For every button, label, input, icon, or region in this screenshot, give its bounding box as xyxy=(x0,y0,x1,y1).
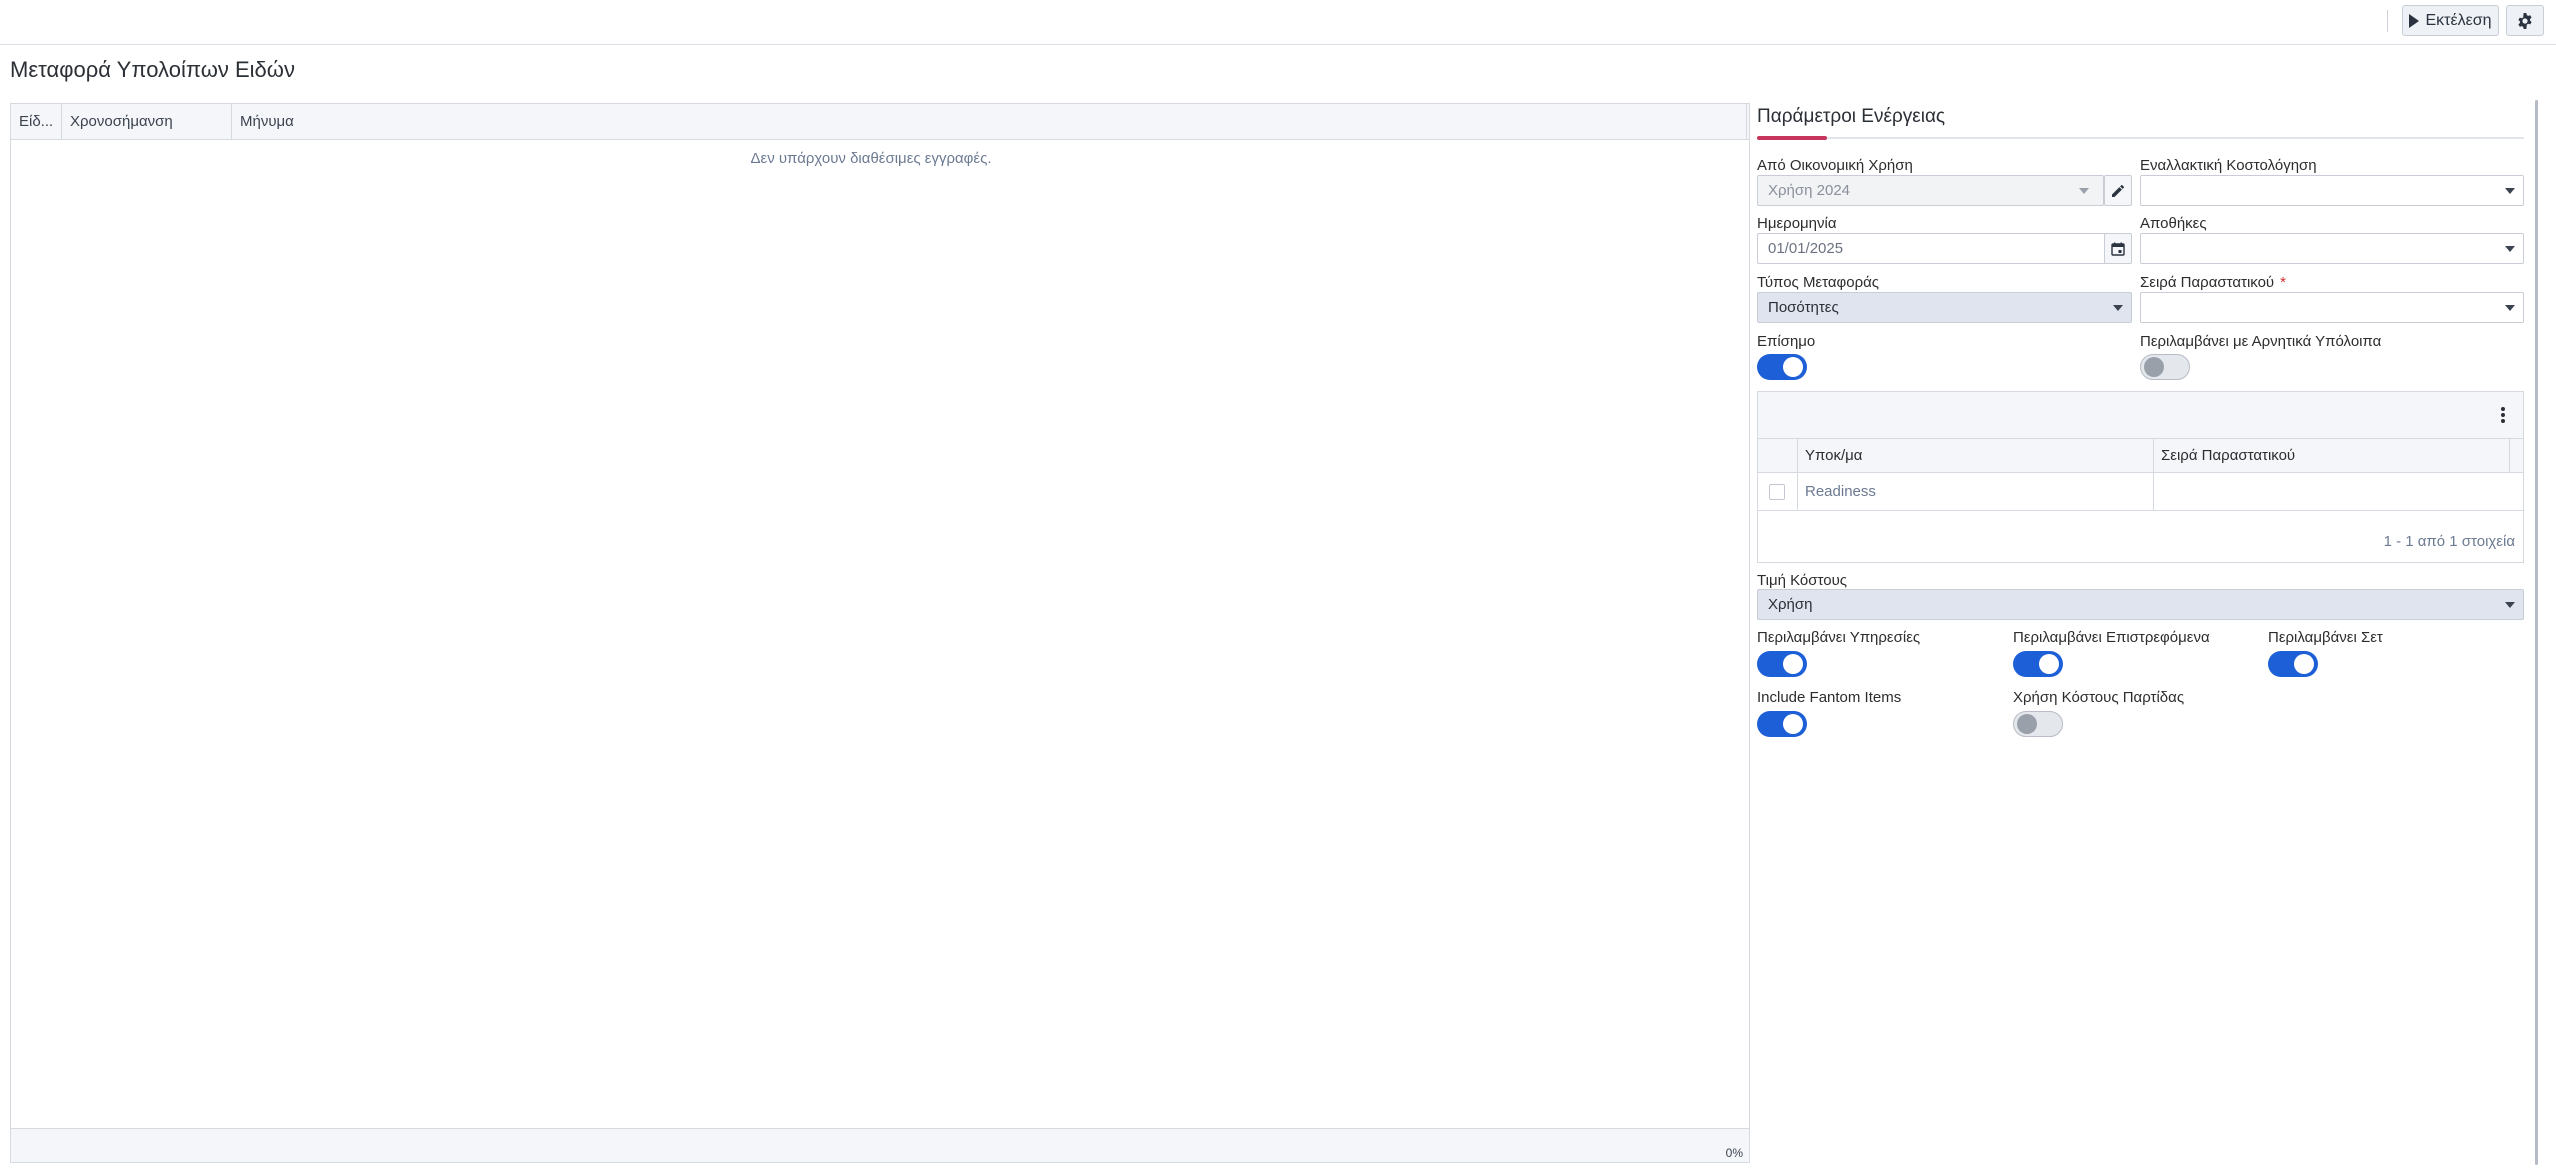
toggle-knob xyxy=(2017,714,2037,734)
toolbar-separator xyxy=(2387,10,2388,32)
date-picker-button[interactable] xyxy=(2104,233,2132,264)
toggle-knob xyxy=(1783,654,1803,674)
doc-series-label: Σειρά Παραστατικού * xyxy=(2140,274,2286,291)
from-fiscal-year-label: Από Οικονομική Χρήση xyxy=(1757,157,1913,174)
panel-scrollbar[interactable] xyxy=(2535,100,2538,1165)
warehouses-label: Αποθήκες xyxy=(2140,215,2207,232)
run-button-label: Εκτέλεση xyxy=(2425,11,2492,29)
chevron-down-icon xyxy=(2505,188,2515,194)
panel-title-accent xyxy=(1757,136,1827,140)
toggle-knob xyxy=(1783,714,1803,734)
include-sets-label: Περιλαμβάνει Σετ xyxy=(2268,629,2383,646)
column-header-timestamp[interactable]: Χρονοσήμανση xyxy=(62,104,232,140)
panel-title-rule xyxy=(1757,137,2524,139)
play-icon xyxy=(2409,13,2420,28)
include-sets-toggle[interactable] xyxy=(2268,651,2318,677)
chevron-down-icon xyxy=(2505,602,2515,608)
doc-series-select[interactable] xyxy=(2140,292,2524,323)
top-toolbar: Εκτέλεση xyxy=(0,0,2556,45)
doc-series-label-text: Σειρά Παραστατικού xyxy=(2140,274,2275,291)
select-column-header xyxy=(1758,439,1798,473)
panel-title: Παράμετροι Ενέργειας xyxy=(1757,106,1946,127)
branch-cell: Readiness xyxy=(1798,473,2154,510)
toggle-knob xyxy=(1783,357,1803,377)
from-fiscal-year-value: Χρήση 2024 xyxy=(1768,182,1851,199)
include-negative-label: Περιλαμβάνει με Αρνητικά Υπόλοιπα xyxy=(2140,333,2382,350)
log-grid-footer: 0% xyxy=(11,1128,1749,1162)
pencil-icon xyxy=(2112,184,2125,197)
table-row[interactable]: Readiness xyxy=(1758,473,2523,511)
column-header-series[interactable]: Σειρά Παραστατικού xyxy=(2154,439,2510,473)
date-label: Ημερομηνία xyxy=(1757,215,1837,232)
include-fantom-label: Include Fantom Items xyxy=(1757,689,1902,706)
column-header-item[interactable]: Είδ... xyxy=(11,104,62,140)
column-header-message[interactable]: Μήνυμα xyxy=(232,104,1747,140)
from-fiscal-year-select[interactable]: Χρήση 2024 xyxy=(1757,175,2104,206)
progress-text: 0% xyxy=(1725,1146,1743,1160)
transfer-type-value: Ποσότητες xyxy=(1768,299,1839,316)
pagination-info: 1 - 1 από 1 στοιχεία xyxy=(2383,533,2515,550)
toggle-knob xyxy=(2294,654,2314,674)
official-label: Επίσημο xyxy=(1757,333,1816,350)
cost-value-select[interactable]: Χρήση xyxy=(1757,589,2524,620)
include-returnables-label: Περιλαμβάνει Επιστρεφόμενα xyxy=(2013,629,2210,646)
toggle-knob xyxy=(2144,357,2164,377)
cost-value-label: Τιμή Κόστους xyxy=(1757,572,1847,589)
include-services-label: Περιλαμβάνει Υπηρεσίες xyxy=(1757,629,1921,646)
warehouses-select[interactable] xyxy=(2140,233,2524,264)
more-options-icon[interactable] xyxy=(2501,407,2505,423)
run-button[interactable]: Εκτέλεση xyxy=(2402,5,2499,36)
series-cell[interactable] xyxy=(2154,473,2524,510)
cost-value-value: Χρήση xyxy=(1768,596,1813,613)
include-services-toggle[interactable] xyxy=(1757,651,1807,677)
column-header-branch[interactable]: Υποκ/μα xyxy=(1798,439,2154,473)
gear-icon xyxy=(2518,12,2532,29)
include-negative-toggle[interactable] xyxy=(2140,354,2190,380)
transfer-type-label: Τύπος Μεταφοράς xyxy=(1757,274,1880,291)
include-returnables-toggle[interactable] xyxy=(2013,651,2063,677)
calendar-icon xyxy=(2111,242,2125,256)
include-fantom-toggle[interactable] xyxy=(1757,711,1807,737)
date-input[interactable]: 01/01/2025 xyxy=(1757,233,2106,264)
branch-table: Υποκ/μα Σειρά Παραστατικού Readiness 1 -… xyxy=(1757,391,2524,563)
batch-cost-toggle[interactable] xyxy=(2013,711,2063,737)
branch-table-toolbar xyxy=(1758,392,2523,439)
batch-cost-label: Χρήση Κόστους Παρτίδας xyxy=(2013,689,2185,706)
alt-costing-select[interactable] xyxy=(2140,175,2524,206)
required-mark: * xyxy=(2280,274,2286,291)
date-value: 01/01/2025 xyxy=(1768,240,1844,257)
chevron-down-icon xyxy=(2113,305,2123,311)
chevron-down-icon xyxy=(2505,246,2515,252)
log-grid: Είδ... Χρονοσήμανση Μήνυμα Δεν υπάρχουν … xyxy=(10,103,1750,1163)
chevron-down-icon xyxy=(2505,305,2515,311)
row-select-cell xyxy=(1758,473,1798,510)
alt-costing-label: Εναλλακτική Κοστολόγηση xyxy=(2140,157,2317,174)
edit-fiscal-year-button[interactable] xyxy=(2104,175,2132,206)
row-checkbox[interactable] xyxy=(1769,484,1785,500)
empty-message: Δεν υπάρχουν διαθέσιμες εγγραφές. xyxy=(750,150,992,167)
toggle-knob xyxy=(2039,654,2059,674)
page-title: Μεταφορά Υπολοίπων Ειδών xyxy=(10,57,295,82)
settings-button[interactable] xyxy=(2506,5,2544,36)
log-grid-header: Είδ... Χρονοσήμανση Μήνυμα xyxy=(11,104,1749,140)
official-toggle[interactable] xyxy=(1757,354,1807,380)
chevron-down-icon xyxy=(2079,188,2089,194)
branch-table-header: Υποκ/μα Σειρά Παραστατικού xyxy=(1758,439,2523,473)
transfer-type-select[interactable]: Ποσότητες xyxy=(1757,292,2132,323)
